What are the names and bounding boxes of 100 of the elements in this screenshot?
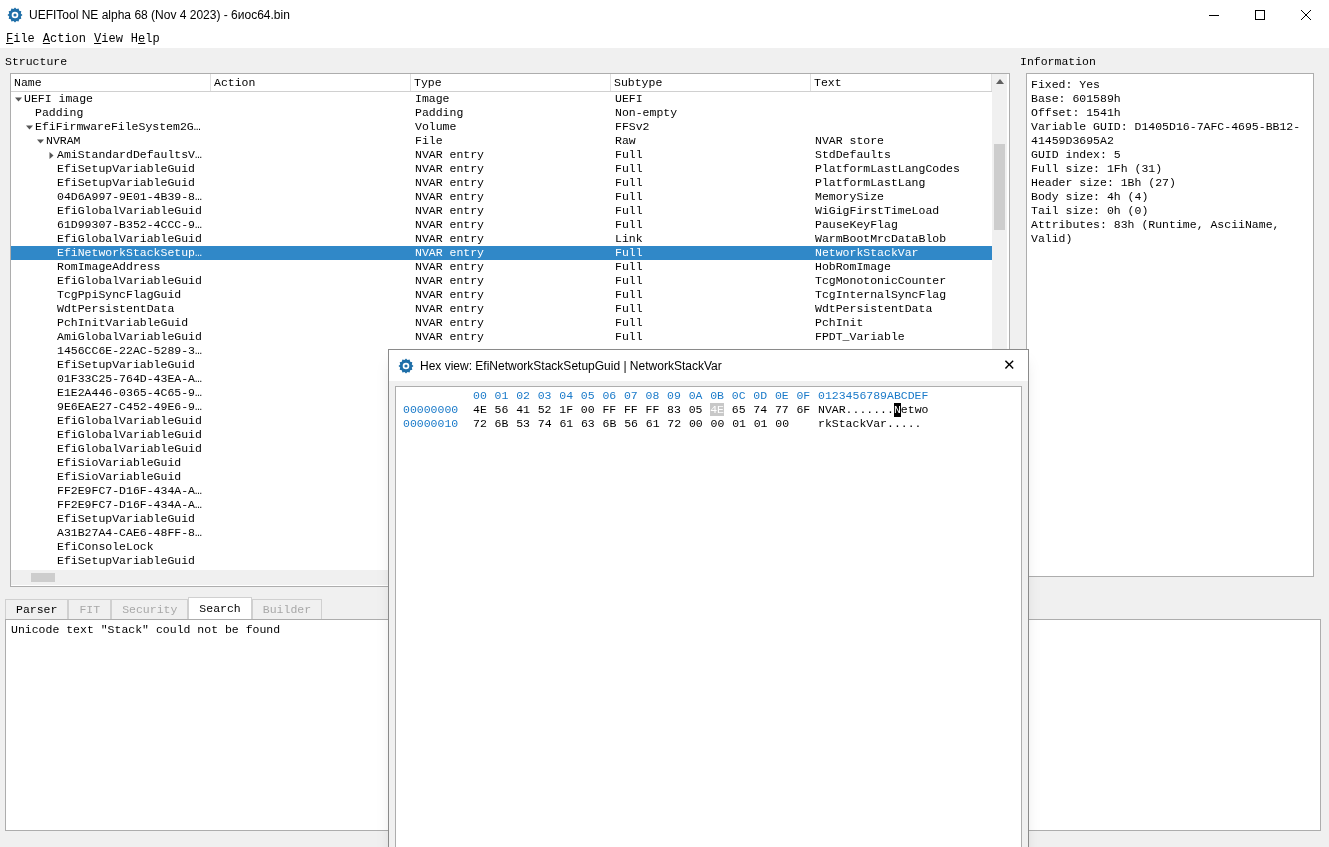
tree-row[interactable]: NVRAM File Raw NVAR store	[11, 134, 992, 148]
hex-byte[interactable]: 61	[645, 417, 660, 430]
hex-byte[interactable]: 56	[624, 417, 638, 430]
menu-item[interactable]: Help	[126, 30, 164, 48]
hex-byte[interactable]: 74	[537, 417, 552, 430]
menu-item[interactable]: View	[90, 30, 127, 48]
expanded-arrow-icon[interactable]	[26, 123, 33, 131]
tree-row[interactable]: PchInitVariableGuid NVAR entry Full PchInit	[11, 316, 992, 330]
hex-byte[interactable]: 72	[473, 417, 487, 430]
offset-label: 01	[494, 389, 510, 403]
tree-row[interactable]: EfiGlobalVariableGuid NVAR entry Full WiGigFirstTimeLoad	[11, 204, 992, 218]
hex-byte[interactable]: 56	[494, 403, 509, 416]
tree-row[interactable]: EfiFirmwareFileSystem2G… Volume FFSv2	[11, 120, 992, 134]
tree-cell: Full	[615, 190, 643, 203]
hex-byte[interactable]: 01	[753, 417, 768, 430]
tree-row[interactable]: EfiNetworkStackSetup… NVAR entry Full NetworkStackVar	[11, 246, 992, 260]
tree-cell: EfiSetupVariableGuid	[57, 554, 196, 568]
hex-byte[interactable]: 77	[774, 403, 789, 416]
offset-label: 07	[623, 389, 639, 403]
tree-cell: Volume	[415, 120, 457, 133]
hex-byte[interactable]: 63	[580, 417, 595, 430]
hex-byte[interactable]: 01	[732, 417, 746, 430]
tab[interactable]: Parser	[5, 599, 69, 619]
close-button[interactable]: ✕	[994, 350, 1024, 381]
hex-byte[interactable]: 74	[753, 403, 768, 416]
hex-byte[interactable]: FF	[645, 403, 660, 416]
hex-byte[interactable]: 41	[516, 403, 530, 416]
menu-item[interactable]: File	[2, 30, 39, 48]
maximize-icon	[1255, 10, 1265, 20]
tree-cell: NVAR entry	[415, 288, 484, 301]
tree-cell: EfiGlobalVariableGuid	[57, 428, 202, 442]
tree-row[interactable]: RomImageAddress NVAR entry Full HobRomImage	[11, 260, 992, 274]
hex-byte[interactable]: FF	[602, 403, 617, 416]
collapsed-arrow-icon[interactable]	[48, 151, 55, 159]
tree-cell: PlatformLastLang	[815, 176, 926, 189]
offset-label: 0E	[774, 389, 790, 403]
offset-label: 03	[537, 389, 553, 403]
tree-cell: NVAR entry	[415, 330, 484, 343]
tree-cell: NVAR entry	[415, 302, 484, 315]
hex-byte[interactable]: 00	[580, 403, 595, 416]
tree-row[interactable]: WdtPersistentData NVAR entry Full WdtPersistentData	[11, 302, 992, 316]
hex-byte[interactable]: 83	[667, 403, 681, 416]
tree-cell: WiGigFirstTimeLoad	[815, 204, 940, 217]
scrollbar-thumb[interactable]	[31, 573, 55, 582]
offset-label: 0C	[731, 389, 747, 403]
tree-row[interactable]: UEFI image Image UEFI	[11, 92, 992, 106]
minimize-icon	[1209, 14, 1219, 16]
offset-label: 0D	[753, 389, 769, 403]
column-header[interactable]: Action	[211, 74, 411, 91]
hex-byte[interactable]: 65	[731, 403, 746, 416]
hex-byte[interactable]: FF	[623, 403, 638, 416]
tree-row[interactable]: TcgPpiSyncFlagGuid NVAR entry Full TcgInternalSyncFlag	[11, 288, 992, 302]
tree-row[interactable]: EfiGlobalVariableGuid NVAR entry Link WarmBootMrcDataBlob	[11, 232, 992, 246]
tree-cell: EfiGlobalVariableGuid	[57, 204, 202, 218]
tree-row[interactable]: AmiStandardDefaultsV… NVAR entry Full StdDefaults	[11, 148, 992, 162]
tree-row[interactable]: EfiSetupVariableGuid NVAR entry Full PlatformLastLangCodes	[11, 162, 992, 176]
hex-byte[interactable]: 6B	[494, 417, 509, 430]
tree-row[interactable]: 61D99307-B352-4CCC-9… NVAR entry Full PauseKeyFlag	[11, 218, 992, 232]
tree-cell: PlatformLastLangCodes	[815, 162, 960, 175]
column-header[interactable]: Name	[11, 74, 211, 91]
hex-byte[interactable]: 00	[688, 417, 703, 430]
tree-cell: EfiGlobalVariableGuid	[57, 442, 202, 456]
hex-byte[interactable]: 4E	[473, 403, 487, 416]
scroll-up-icon	[995, 79, 1004, 84]
column-header[interactable]: Subtype	[611, 74, 811, 91]
ascii-text: rkStackVar.....	[818, 417, 922, 431]
hex-byte[interactable]: 53	[516, 417, 530, 430]
tree-cell: Link	[615, 232, 643, 245]
expanded-arrow-icon[interactable]	[15, 95, 22, 103]
menu-item[interactable]: Action	[38, 30, 91, 48]
address-label: 00000000	[403, 403, 460, 417]
tree-row[interactable]: EfiGlobalVariableGuid NVAR entry Full TcgMonotonicCounter	[11, 274, 992, 288]
hex-byte[interactable]: 61	[559, 417, 574, 430]
tree-row[interactable]: AmiGlobalVariableGuid NVAR entry Full FPDT_Variable	[11, 330, 992, 344]
tree-cell: 01F33C25-764D-43EA-A…	[57, 372, 202, 386]
hex-byte[interactable]: 6F	[796, 403, 811, 416]
column-header[interactable]: Type	[411, 74, 611, 91]
scrollbar-thumb[interactable]	[994, 144, 1005, 230]
hex-byte[interactable]: 72	[667, 417, 682, 430]
offset-label: 06	[602, 389, 618, 403]
hex-byte[interactable]: 6B	[602, 417, 617, 430]
tree-cell: PchInitVariableGuid	[57, 316, 189, 330]
hex-byte[interactable]: 1F	[559, 403, 574, 416]
hex-byte[interactable]: 00	[775, 417, 790, 430]
address-label: 00000010	[403, 417, 460, 431]
tab[interactable]: Search	[188, 597, 252, 619]
tree-row[interactable]: EfiSetupVariableGuid NVAR entry Full PlatformLastLang	[11, 176, 992, 190]
expanded-arrow-icon[interactable]	[37, 137, 44, 145]
info-line: Variable GUID: D1405D16-7AFC-4695-BB12-41459D3695A2	[1031, 120, 1302, 148]
tree-cell: NVAR entry	[415, 190, 484, 203]
tree-cell: Full	[615, 330, 643, 343]
hex-byte[interactable]: 05	[688, 403, 703, 416]
message-line: Unicode text "Stack" could not be found	[11, 623, 282, 637]
tree-cell: EfiSetupVariableGuid	[57, 512, 196, 526]
tree-row[interactable]: 04D6A997-9E01-4B39-8… NVAR entry Full MemorySize	[11, 190, 992, 204]
hex-byte[interactable]: 52	[537, 403, 552, 416]
tree-row[interactable]: Padding Padding Non-empty	[11, 106, 992, 120]
hex-byte[interactable]: 00	[710, 417, 725, 430]
tree-cell: Full	[615, 148, 643, 161]
tree-cell: 04D6A997-9E01-4B39-8…	[57, 190, 202, 204]
